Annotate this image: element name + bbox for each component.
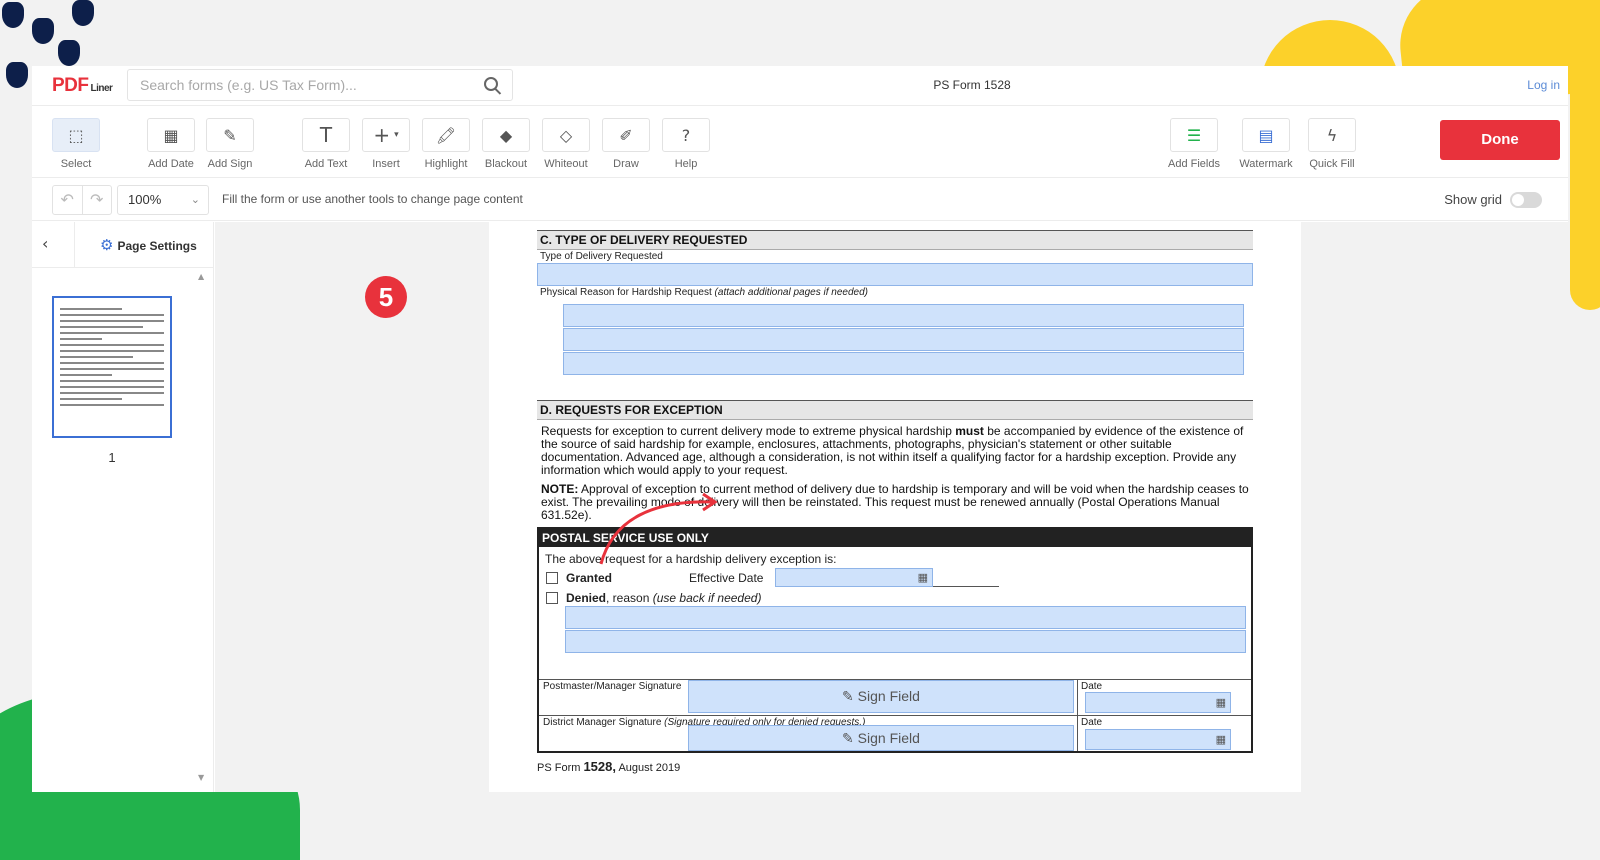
- scroll-up-icon[interactable]: ▲: [198, 272, 204, 281]
- text-icon: T: [319, 123, 333, 147]
- scroll-down-icon[interactable]: ▼: [198, 773, 204, 782]
- form-footer: PS Form 1528, August 2019: [537, 759, 681, 774]
- chevron-down-icon: ⌄: [190, 193, 200, 206]
- denied-checkbox[interactable]: [546, 592, 558, 604]
- search-icon[interactable]: [484, 77, 498, 91]
- exception-paragraph: Requests for exception to current delive…: [541, 424, 1244, 477]
- document-canvas: C. TYPE OF DELIVERY REQUESTED Type of De…: [215, 222, 1568, 792]
- search-input[interactable]: [140, 77, 470, 93]
- eraser-icon: ◇: [559, 125, 573, 145]
- redo-icon[interactable]: ↷: [83, 186, 112, 214]
- denied-reason-field-1[interactable]: [565, 606, 1246, 629]
- tool-add-fields[interactable]: ☰ Add Fields: [1158, 118, 1230, 170]
- page-settings-button[interactable]: ⚙ Page Settings: [100, 236, 197, 254]
- tool-quick-fill[interactable]: ϟ Quick Fill: [1300, 118, 1364, 170]
- plus-icon: +: [373, 123, 391, 147]
- tool-add-text[interactable]: T Add Text: [298, 118, 354, 170]
- tool-highlight[interactable]: 🖍 Highlight: [418, 118, 474, 170]
- search-box[interactable]: [127, 69, 513, 101]
- step-badge: 5: [365, 276, 407, 318]
- done-button[interactable]: Done: [1440, 120, 1560, 160]
- type-of-delivery-field[interactable]: [537, 263, 1253, 286]
- type-label: Type of Delivery Requested: [540, 251, 663, 262]
- page-thumbnail[interactable]: [52, 296, 172, 438]
- lightning-icon: ϟ: [1326, 125, 1338, 145]
- calendar-icon[interactable]: ▦: [918, 571, 928, 584]
- page-sidebar: ‹ ⚙ Page Settings 1 ▲ ▼: [32, 222, 214, 792]
- tool-whiteout[interactable]: ◇ Whiteout: [538, 118, 594, 170]
- calendar-icon[interactable]: ▦: [1216, 733, 1226, 746]
- tool-add-sign[interactable]: ✎ Add Sign: [202, 118, 258, 170]
- postmaster-sign-field[interactable]: ✎ Sign Field: [688, 680, 1074, 713]
- tool-insert[interactable]: + ▾ Insert: [358, 118, 414, 170]
- tool-draw[interactable]: ✐ Draw: [598, 118, 654, 170]
- chevron-down-icon: ▾: [394, 130, 399, 140]
- postmaster-signature-label: Postmaster/Manager Signature: [543, 681, 682, 692]
- reason-field-line-1[interactable]: [563, 304, 1244, 327]
- date-label-2: Date: [1081, 717, 1103, 728]
- denied-reason-field-2[interactable]: [565, 630, 1246, 653]
- effective-date-label: Effective Date: [689, 571, 764, 585]
- granted-label: Granted: [566, 571, 613, 585]
- show-grid-toggle[interactable]: [1510, 192, 1542, 208]
- select-icon: ⬚: [68, 125, 84, 145]
- question-icon: ?: [681, 125, 691, 145]
- page-settings-icon: ⚙: [100, 236, 114, 254]
- highlighter-icon: 🖍: [435, 125, 457, 145]
- tool-watermark[interactable]: ▤ Watermark: [1230, 118, 1302, 170]
- signature-icon: ✎: [842, 730, 858, 746]
- zoom-select[interactable]: 100% ⌄: [117, 185, 209, 215]
- document-title: PS Form 1528: [933, 78, 1011, 92]
- signature-icon: ✎: [842, 688, 858, 704]
- reason-label: Physical Reason for Hardship Request (at…: [540, 287, 868, 298]
- annotation-arrow: [599, 492, 718, 565]
- denied-label: Denied, reason (use back if needed): [566, 591, 762, 605]
- reason-field-line-2[interactable]: [563, 328, 1244, 351]
- date-field-2[interactable]: ▦: [1085, 729, 1231, 750]
- calendar-icon[interactable]: ▦: [1216, 696, 1226, 709]
- tool-add-date[interactable]: ▦ Add Date: [143, 118, 199, 170]
- page-number: 1: [108, 450, 116, 465]
- pen-icon: ✐: [619, 125, 633, 145]
- date-label-1: Date: [1081, 681, 1103, 692]
- app-window: PDFLiner PS Form 1528 Log in ⬚ Select ▦ …: [32, 66, 1568, 792]
- pdfliner-logo[interactable]: PDF Liner: [52, 75, 113, 97]
- calendar-icon: ▦: [163, 125, 179, 145]
- section-c-heading: C. TYPE OF DELIVERY REQUESTED: [537, 230, 1253, 250]
- tool-blackout[interactable]: ◆ Blackout: [478, 118, 534, 170]
- sub-toolbar: ↶ ↷ 100% ⌄ Fill the form or use another …: [32, 179, 1568, 221]
- app-header: PDFLiner PS Form 1528 Log in: [32, 66, 1568, 106]
- login-link[interactable]: Log in: [1527, 78, 1560, 92]
- show-grid-label: Show grid: [1444, 192, 1502, 207]
- hint-text: Fill the form or use another tools to ch…: [222, 192, 523, 206]
- blackout-icon: ◆: [499, 125, 513, 145]
- signature-icon: ✎: [223, 125, 237, 145]
- undo-redo-group: ↶ ↷: [52, 185, 112, 215]
- watermark-icon: ▤: [1258, 125, 1274, 145]
- collapse-sidebar-icon[interactable]: ‹: [42, 234, 48, 253]
- undo-icon[interactable]: ↶: [53, 186, 83, 214]
- tool-help[interactable]: ? Help: [658, 118, 714, 170]
- district-sign-field[interactable]: ✎ Sign Field: [688, 725, 1074, 751]
- tool-select[interactable]: ⬚ Select: [48, 118, 104, 170]
- sidebar-scrollbar[interactable]: ▲ ▼: [198, 272, 208, 782]
- reason-field-line-3[interactable]: [563, 352, 1244, 375]
- section-d-heading: D. REQUESTS FOR EXCEPTION: [537, 400, 1253, 420]
- fields-icon: ☰: [1186, 125, 1202, 145]
- effective-date-field[interactable]: ▦: [775, 568, 933, 587]
- granted-checkbox[interactable]: [546, 572, 558, 584]
- editor-toolbar: ⬚ Select ▦ Add Date ✎ Add Sign T Add Tex…: [32, 106, 1568, 178]
- sidebar-header: ‹ ⚙ Page Settings: [32, 222, 213, 268]
- date-field-1[interactable]: ▦: [1085, 692, 1231, 713]
